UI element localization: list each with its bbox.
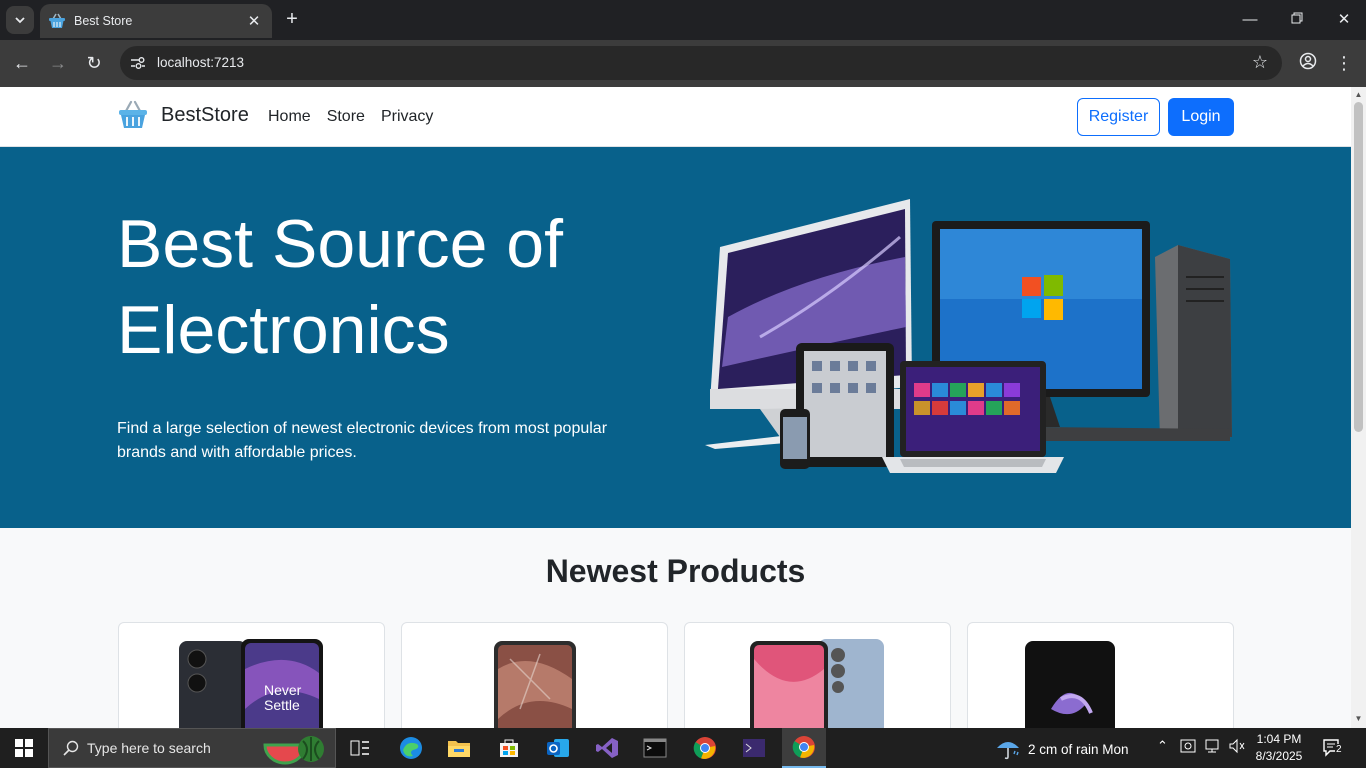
- red-wallpaper-phone-image: [493, 641, 576, 728]
- scroll-up-icon[interactable]: ▲: [1354, 90, 1363, 99]
- reload-button[interactable]: ↻: [82, 52, 106, 76]
- login-button[interactable]: Login: [1168, 98, 1234, 136]
- menu-icon[interactable]: ⋮: [1332, 52, 1356, 76]
- hero-title-line-1: Best Source of: [117, 206, 564, 282]
- close-tab-icon[interactable]: ✕: [244, 12, 264, 30]
- product-card[interactable]: [967, 622, 1234, 728]
- register-button[interactable]: Register: [1077, 98, 1160, 136]
- edge-icon[interactable]: [396, 734, 426, 762]
- meet-now-icon[interactable]: [1180, 738, 1198, 757]
- chrome-active-icon[interactable]: [782, 728, 826, 768]
- brand-link[interactable]: BestStore: [117, 99, 249, 131]
- hero-title: Best Source of Electronics: [117, 201, 677, 373]
- electronics-image: [705, 199, 1232, 473]
- weather-widget[interactable]: 2 cm of rain Mon: [995, 738, 1129, 760]
- tab-strip: Best Store ✕ + — ✕: [0, 0, 1366, 40]
- start-button[interactable]: [0, 728, 48, 768]
- taskbar: Type here to search 2 cm of rain Mon ⌃ 1…: [0, 728, 1366, 768]
- brand-name: BestStore: [161, 103, 249, 126]
- motorola-pink-phone-image: [749, 639, 884, 728]
- browser-tab[interactable]: Best Store ✕: [40, 4, 272, 38]
- task-view-icon[interactable]: [345, 734, 375, 762]
- chevron-down-icon: [15, 17, 25, 24]
- search-placeholder: Type here to search: [87, 740, 211, 756]
- back-button[interactable]: ←: [10, 52, 34, 76]
- url-text: localhost:7213: [157, 55, 245, 70]
- page-viewport: BestStore Home Store Privacy Register Lo…: [0, 87, 1351, 728]
- close-window-button[interactable]: ✕: [1332, 10, 1356, 30]
- notification-count: 2: [1335, 744, 1343, 755]
- restore-icon: [1291, 12, 1303, 24]
- product-card[interactable]: Never Settle: [118, 622, 385, 728]
- notification-center-icon[interactable]: 2: [1322, 738, 1344, 758]
- forward-button[interactable]: →: [46, 52, 70, 76]
- new-tab-button[interactable]: +: [280, 8, 304, 32]
- scrollbar-thumb[interactable]: [1354, 102, 1363, 432]
- show-hidden-icons-icon[interactable]: ⌃: [1157, 738, 1168, 754]
- site-info-icon[interactable]: [128, 53, 148, 73]
- phone-tagline-2: Settle: [264, 697, 300, 713]
- microsoft-store-icon[interactable]: [494, 734, 524, 762]
- basket-icon: [48, 12, 66, 30]
- windows-logo-icon: [15, 739, 33, 757]
- nav-home[interactable]: Home: [268, 108, 311, 126]
- visual-studio-icon[interactable]: [592, 734, 622, 762]
- search-icon: [63, 740, 79, 756]
- bookmark-star-icon[interactable]: ☆: [1252, 52, 1268, 73]
- browser-toolbar: ← → ↻ localhost:7213 ☆ ⋮: [0, 40, 1366, 87]
- clock-date: 8/3/2025: [1255, 749, 1303, 763]
- minimize-button[interactable]: —: [1238, 10, 1262, 30]
- restore-button[interactable]: [1285, 10, 1309, 30]
- profile-icon[interactable]: [1296, 52, 1320, 76]
- volume-muted-icon[interactable]: [1228, 738, 1246, 757]
- outlook-icon[interactable]: [543, 734, 573, 762]
- umbrella-rain-icon: [997, 742, 1019, 760]
- nav-privacy[interactable]: Privacy: [381, 108, 433, 126]
- product-card[interactable]: [684, 622, 951, 728]
- hero-section: Best Source of Electronics Find a large …: [0, 147, 1351, 528]
- address-bar[interactable]: localhost:7213 ☆: [120, 46, 1282, 80]
- file-explorer-icon[interactable]: [444, 734, 474, 762]
- nav-links: Home Store Privacy: [268, 108, 433, 126]
- chrome-icon[interactable]: [690, 734, 720, 762]
- hero-title-line-2: Electronics: [117, 292, 450, 368]
- tab-title: Best Store: [74, 14, 133, 28]
- oneplus-phone-image: Never Settle: [178, 639, 323, 728]
- weather-text: 2 cm of rain Mon: [1028, 741, 1129, 757]
- hero-subtitle: Find a large selection of newest electro…: [117, 420, 608, 461]
- powershell-icon[interactable]: [739, 734, 769, 762]
- taskbar-search[interactable]: Type here to search: [48, 728, 336, 768]
- product-card[interactable]: [401, 622, 668, 728]
- basket-logo-icon: [119, 100, 147, 128]
- watermelon-icon: [263, 736, 324, 765]
- nav-store[interactable]: Store: [327, 108, 365, 126]
- page-scrollbar[interactable]: ▲ ▼: [1351, 87, 1366, 728]
- clock-time: 1:04 PM: [1256, 732, 1302, 746]
- clock[interactable]: 1:04 PM 8/3/2025: [1250, 731, 1308, 765]
- network-icon[interactable]: [1204, 738, 1222, 757]
- terminal-icon[interactable]: [640, 734, 670, 762]
- section-title: Newest Products: [545, 553, 806, 589]
- scroll-down-icon[interactable]: ▼: [1354, 714, 1363, 723]
- phone-tagline: Never: [264, 682, 302, 698]
- tab-search-button[interactable]: [6, 6, 34, 34]
- samsung-flip-phone-image: [1024, 639, 1181, 728]
- site-navbar: BestStore Home Store Privacy Register Lo…: [0, 87, 1351, 147]
